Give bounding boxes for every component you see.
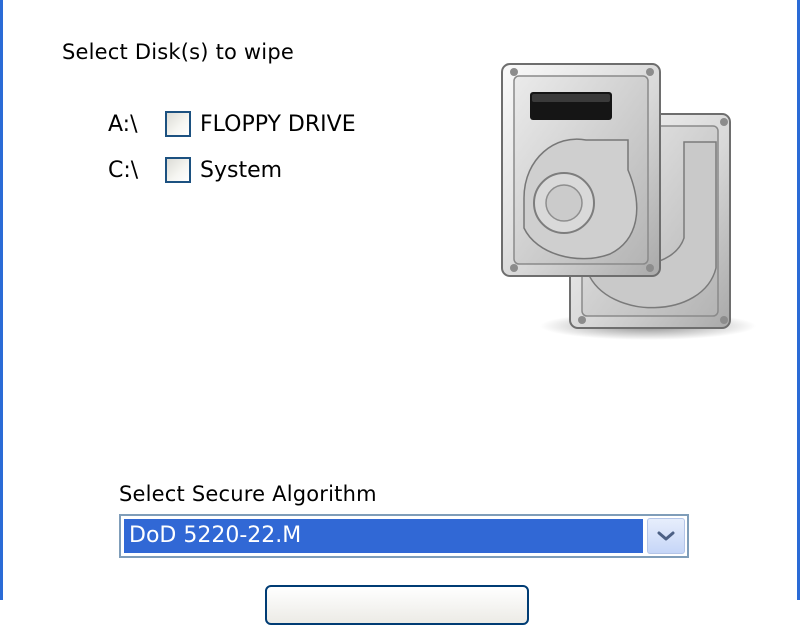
chevron-down-icon	[657, 531, 675, 541]
algorithm-dropdown[interactable]: DoD 5220-22.M	[119, 514, 689, 558]
algorithm-selected-value[interactable]: DoD 5220-22.M	[124, 519, 643, 553]
drive-name[interactable]: System	[200, 158, 282, 183]
drive-row-a: A:\ FLOPPY DRIVE	[108, 109, 356, 139]
hard-disk-drives-icon	[501, 63, 756, 340]
floppy-drive-checkbox[interactable]	[165, 111, 191, 137]
wipe-button[interactable]	[265, 585, 529, 625]
select-algorithm-label: Select Secure Algorithm	[119, 482, 377, 506]
window-border-left	[0, 0, 3, 600]
system-drive-checkbox[interactable]	[165, 157, 191, 183]
drive-row-c: C:\ System	[108, 155, 282, 185]
select-disks-label: Select Disk(s) to wipe	[62, 40, 294, 64]
wipe-dialog: Select Disk(s) to wipe A:\ FLOPPY DRIVE …	[0, 0, 800, 625]
dropdown-arrow-button[interactable]	[647, 518, 685, 554]
drive-letter: C:\	[108, 157, 139, 183]
drive-name[interactable]: FLOPPY DRIVE	[200, 112, 356, 137]
drive-letter: A:\	[108, 111, 138, 137]
